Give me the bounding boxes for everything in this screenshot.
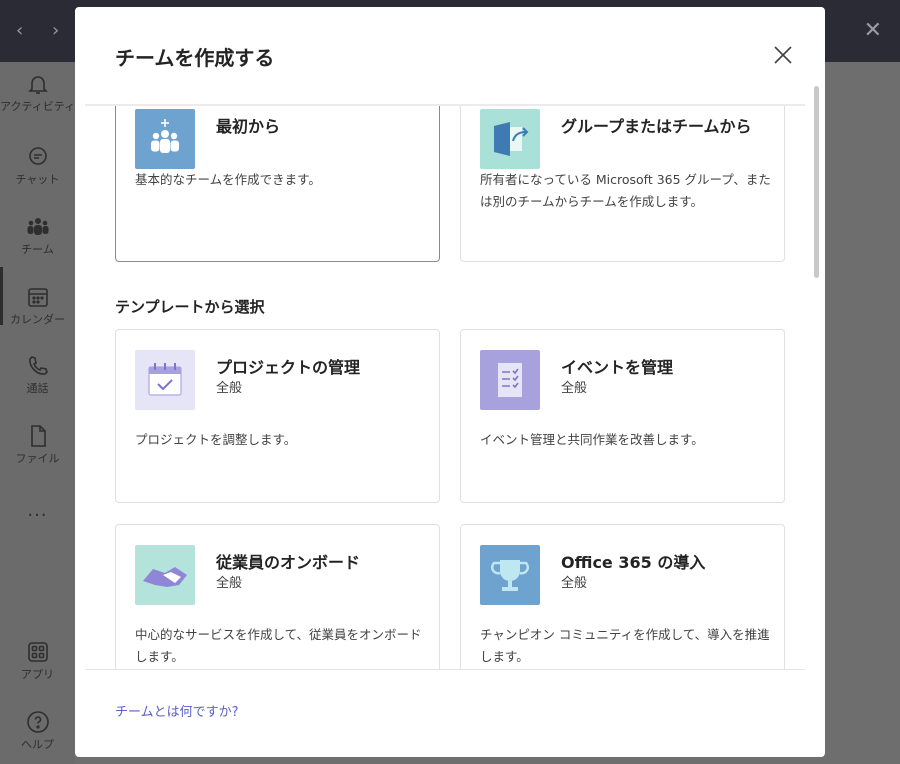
teams-icon — [27, 218, 48, 235]
card-title: Office 365 の導入 — [561, 553, 706, 572]
divider — [85, 669, 805, 670]
rail-label: チーム — [21, 243, 54, 256]
card-description: イベント管理と共同作業を改善します。 — [480, 432, 704, 447]
rail-item-files[interactable]: ファイル — [0, 424, 75, 466]
card-description: 中心的なサービスを作成して、従業員をオンボードします。 — [135, 627, 422, 664]
dialog-title: チームを作成する — [115, 46, 275, 70]
card-title: イベントを管理 — [561, 358, 674, 377]
rail-label: アクティビティ — [0, 100, 76, 113]
help-icon — [26, 711, 49, 733]
dialog-scroll-area[interactable]: 最初から 基本的なチームを作成できます。 グループまたはチームから 所有者になっ… — [75, 106, 815, 669]
template-card-adopt-office365[interactable]: Office 365 の導入 全般 チャンピオン コミュニティを作成して、導入を… — [460, 524, 785, 669]
file-icon — [30, 425, 46, 447]
template-card-onboard-employees[interactable]: 従業員のオンボード 全般 中心的なサービスを作成して、従業員をオンボードします。 — [115, 524, 440, 669]
handshake-icon — [135, 545, 195, 605]
rail-label: アプリ — [21, 668, 54, 681]
rail-label: ヘルプ — [21, 738, 54, 751]
what-is-a-team-link[interactable]: チームとは何ですか? — [115, 701, 239, 720]
app-background — [825, 62, 900, 764]
rail-item-chat[interactable]: チャット — [0, 145, 75, 187]
rail-label: 通話 — [26, 382, 49, 395]
card-subtitle: 全般 — [561, 576, 588, 591]
option-card-from-group[interactable]: グループまたはチームから 所有者になっている Microsoft 365 グルー… — [460, 106, 785, 262]
card-description: プロジェクトを調整します。 — [135, 432, 297, 447]
app-rail: アクティビティ チャット チーム カレンダー 通話 ファイル ... アプリ ヘ… — [0, 62, 75, 764]
chat-icon — [28, 147, 47, 165]
rail-item-teams[interactable]: チーム — [0, 215, 75, 257]
card-title: 最初から — [216, 117, 281, 136]
templates-heading: テンプレートから選択 — [115, 298, 265, 316]
rail-item-calendar[interactable]: カレンダー — [0, 285, 75, 327]
calendar-icon — [27, 288, 48, 307]
back-icon[interactable]: ‹ — [16, 20, 23, 41]
card-subtitle: 全般 — [216, 576, 243, 591]
rail-item-apps[interactable]: アプリ — [0, 640, 75, 682]
forward-icon[interactable]: › — [52, 20, 59, 41]
rail-label: カレンダー — [10, 313, 65, 326]
more-apps-icon[interactable]: ... — [0, 500, 75, 521]
card-description: 所有者になっている Microsoft 365 グループ、または別のチームからチ… — [480, 172, 771, 209]
template-card-manage-event[interactable]: イベントを管理 全般 イベント管理と共同作業を改善します。 — [460, 329, 785, 503]
card-description: 基本的なチームを作成できます。 — [135, 172, 321, 187]
create-team-dialog: チームを作成する 最初から 基本的なチームを作成できます。 グループまたはチーム… — [75, 7, 825, 757]
calendar-check-icon — [135, 350, 195, 410]
scrollbar-thumb[interactable] — [814, 86, 819, 278]
card-title: 従業員のオンボード — [216, 553, 361, 572]
rail-item-help[interactable]: ヘルプ — [0, 710, 75, 752]
rail-item-calls[interactable]: 通話 — [0, 354, 75, 396]
bell-icon — [27, 76, 48, 94]
card-title: プロジェクトの管理 — [216, 358, 361, 377]
rail-item-activity[interactable]: アクティビティ — [0, 72, 75, 114]
close-icon[interactable] — [771, 43, 795, 67]
group-arrow-icon — [480, 109, 540, 169]
checklist-icon — [480, 350, 540, 410]
trophy-icon — [480, 545, 540, 605]
phone-icon — [28, 356, 48, 375]
card-subtitle: 全般 — [561, 381, 588, 396]
card-subtitle: 全般 — [216, 381, 243, 396]
window-close-icon[interactable]: ✕ — [864, 18, 882, 43]
option-card-from-scratch[interactable]: 最初から 基本的なチームを作成できます。 — [115, 106, 440, 262]
apps-icon — [27, 642, 48, 662]
card-title: グループまたはチームから — [561, 117, 752, 136]
rail-label: チャット — [15, 173, 60, 186]
template-card-manage-project[interactable]: プロジェクトの管理 全般 プロジェクトを調整します。 — [115, 329, 440, 503]
card-description: チャンピオン コミュニティを作成して、導入を推進します。 — [480, 627, 770, 664]
rail-label: ファイル — [15, 452, 60, 465]
people-plus-icon — [135, 109, 195, 169]
